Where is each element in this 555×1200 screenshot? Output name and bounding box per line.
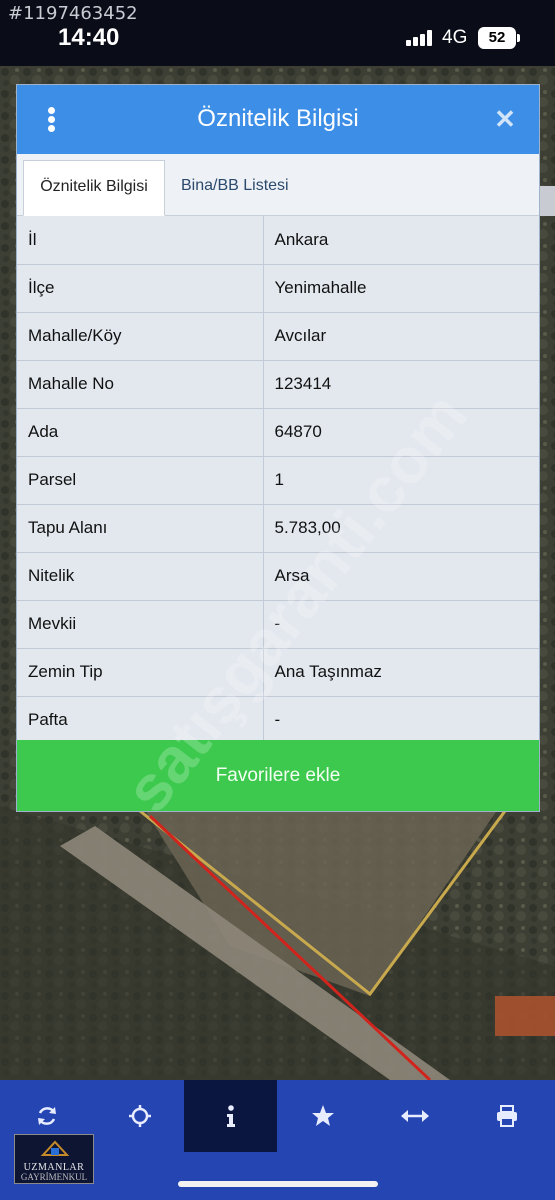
table-row: Zemin Tip Ana Taşınmaz	[17, 648, 539, 697]
table-row: Mahalle/Köy Avcılar	[17, 312, 539, 361]
battery-icon: 52	[478, 27, 520, 49]
row-value: -	[263, 696, 539, 745]
row-value: Ankara	[263, 216, 539, 265]
listing-id: #1197463452	[8, 3, 138, 24]
tab-building-list[interactable]: Bina/BB Listesi	[169, 160, 301, 216]
row-key: Mahalle No	[17, 360, 264, 409]
dialog-header: Öznitelik Bilgisi ✕	[17, 85, 539, 154]
attribute-dialog: Öznitelik Bilgisi ✕ Öznitelik Bilgisi Bi…	[16, 84, 540, 812]
house-icon	[40, 1140, 70, 1156]
row-value: 5.783,00	[263, 504, 539, 553]
row-value: 64870	[263, 408, 539, 457]
table-row: Nitelik Arsa	[17, 552, 539, 601]
clock: 14:40	[58, 24, 120, 51]
row-key: İl	[17, 216, 264, 265]
row-key: Pafta	[17, 696, 264, 745]
logo-line2: GAYRİMENKUL	[20, 1172, 88, 1182]
tab-attribute-info[interactable]: Öznitelik Bilgisi	[23, 160, 165, 216]
locate-icon[interactable]	[93, 1080, 186, 1152]
print-icon[interactable]	[460, 1080, 553, 1152]
company-logo: UZMANLAR GAYRİMENKUL	[14, 1134, 94, 1184]
table-row: Mevkii -	[17, 600, 539, 649]
row-value: Arsa	[263, 552, 539, 601]
star-icon[interactable]	[276, 1080, 369, 1152]
row-value: Yenimahalle	[263, 264, 539, 313]
row-key: Zemin Tip	[17, 648, 264, 697]
row-value: Avcılar	[263, 312, 539, 361]
row-key: Mevkii	[17, 600, 264, 649]
measure-icon[interactable]	[368, 1080, 461, 1152]
table-row: Tapu Alanı 5.783,00	[17, 504, 539, 553]
row-key: Mahalle/Köy	[17, 312, 264, 361]
info-icon[interactable]	[184, 1080, 277, 1152]
row-key: Nitelik	[17, 552, 264, 601]
table-row: Ada 64870	[17, 408, 539, 457]
table-row: Pafta -	[17, 696, 539, 745]
close-icon[interactable]: ✕	[491, 105, 519, 133]
add-to-favorites-button[interactable]: Favorilere ekle	[17, 740, 539, 811]
row-key: Ada	[17, 408, 264, 457]
home-indicator[interactable]	[178, 1181, 378, 1187]
tab-bar: Öznitelik Bilgisi Bina/BB Listesi	[17, 154, 539, 216]
row-value: 123414	[263, 360, 539, 409]
table-row: İlçe Yenimahalle	[17, 264, 539, 313]
table-row: Parsel 1	[17, 456, 539, 505]
row-value: -	[263, 600, 539, 649]
table-row: İl Ankara	[17, 216, 539, 265]
table-row: Mahalle No 123414	[17, 360, 539, 409]
attribute-table: İl Ankara İlçe Yenimahalle Mahalle/Köy Avcı…	[17, 216, 539, 745]
dialog-title: Öznitelik Bilgisi	[197, 105, 359, 132]
signal-icon	[406, 30, 436, 46]
row-key: Parsel	[17, 456, 264, 505]
row-key: Tapu Alanı	[17, 504, 264, 553]
row-key: İlçe	[17, 264, 264, 313]
network-type: 4G	[442, 27, 468, 48]
row-value: Ana Taşınmaz	[263, 648, 539, 697]
row-value: 1	[263, 456, 539, 505]
status-bar: #1197463452 14:40 4G 52	[0, 0, 555, 66]
